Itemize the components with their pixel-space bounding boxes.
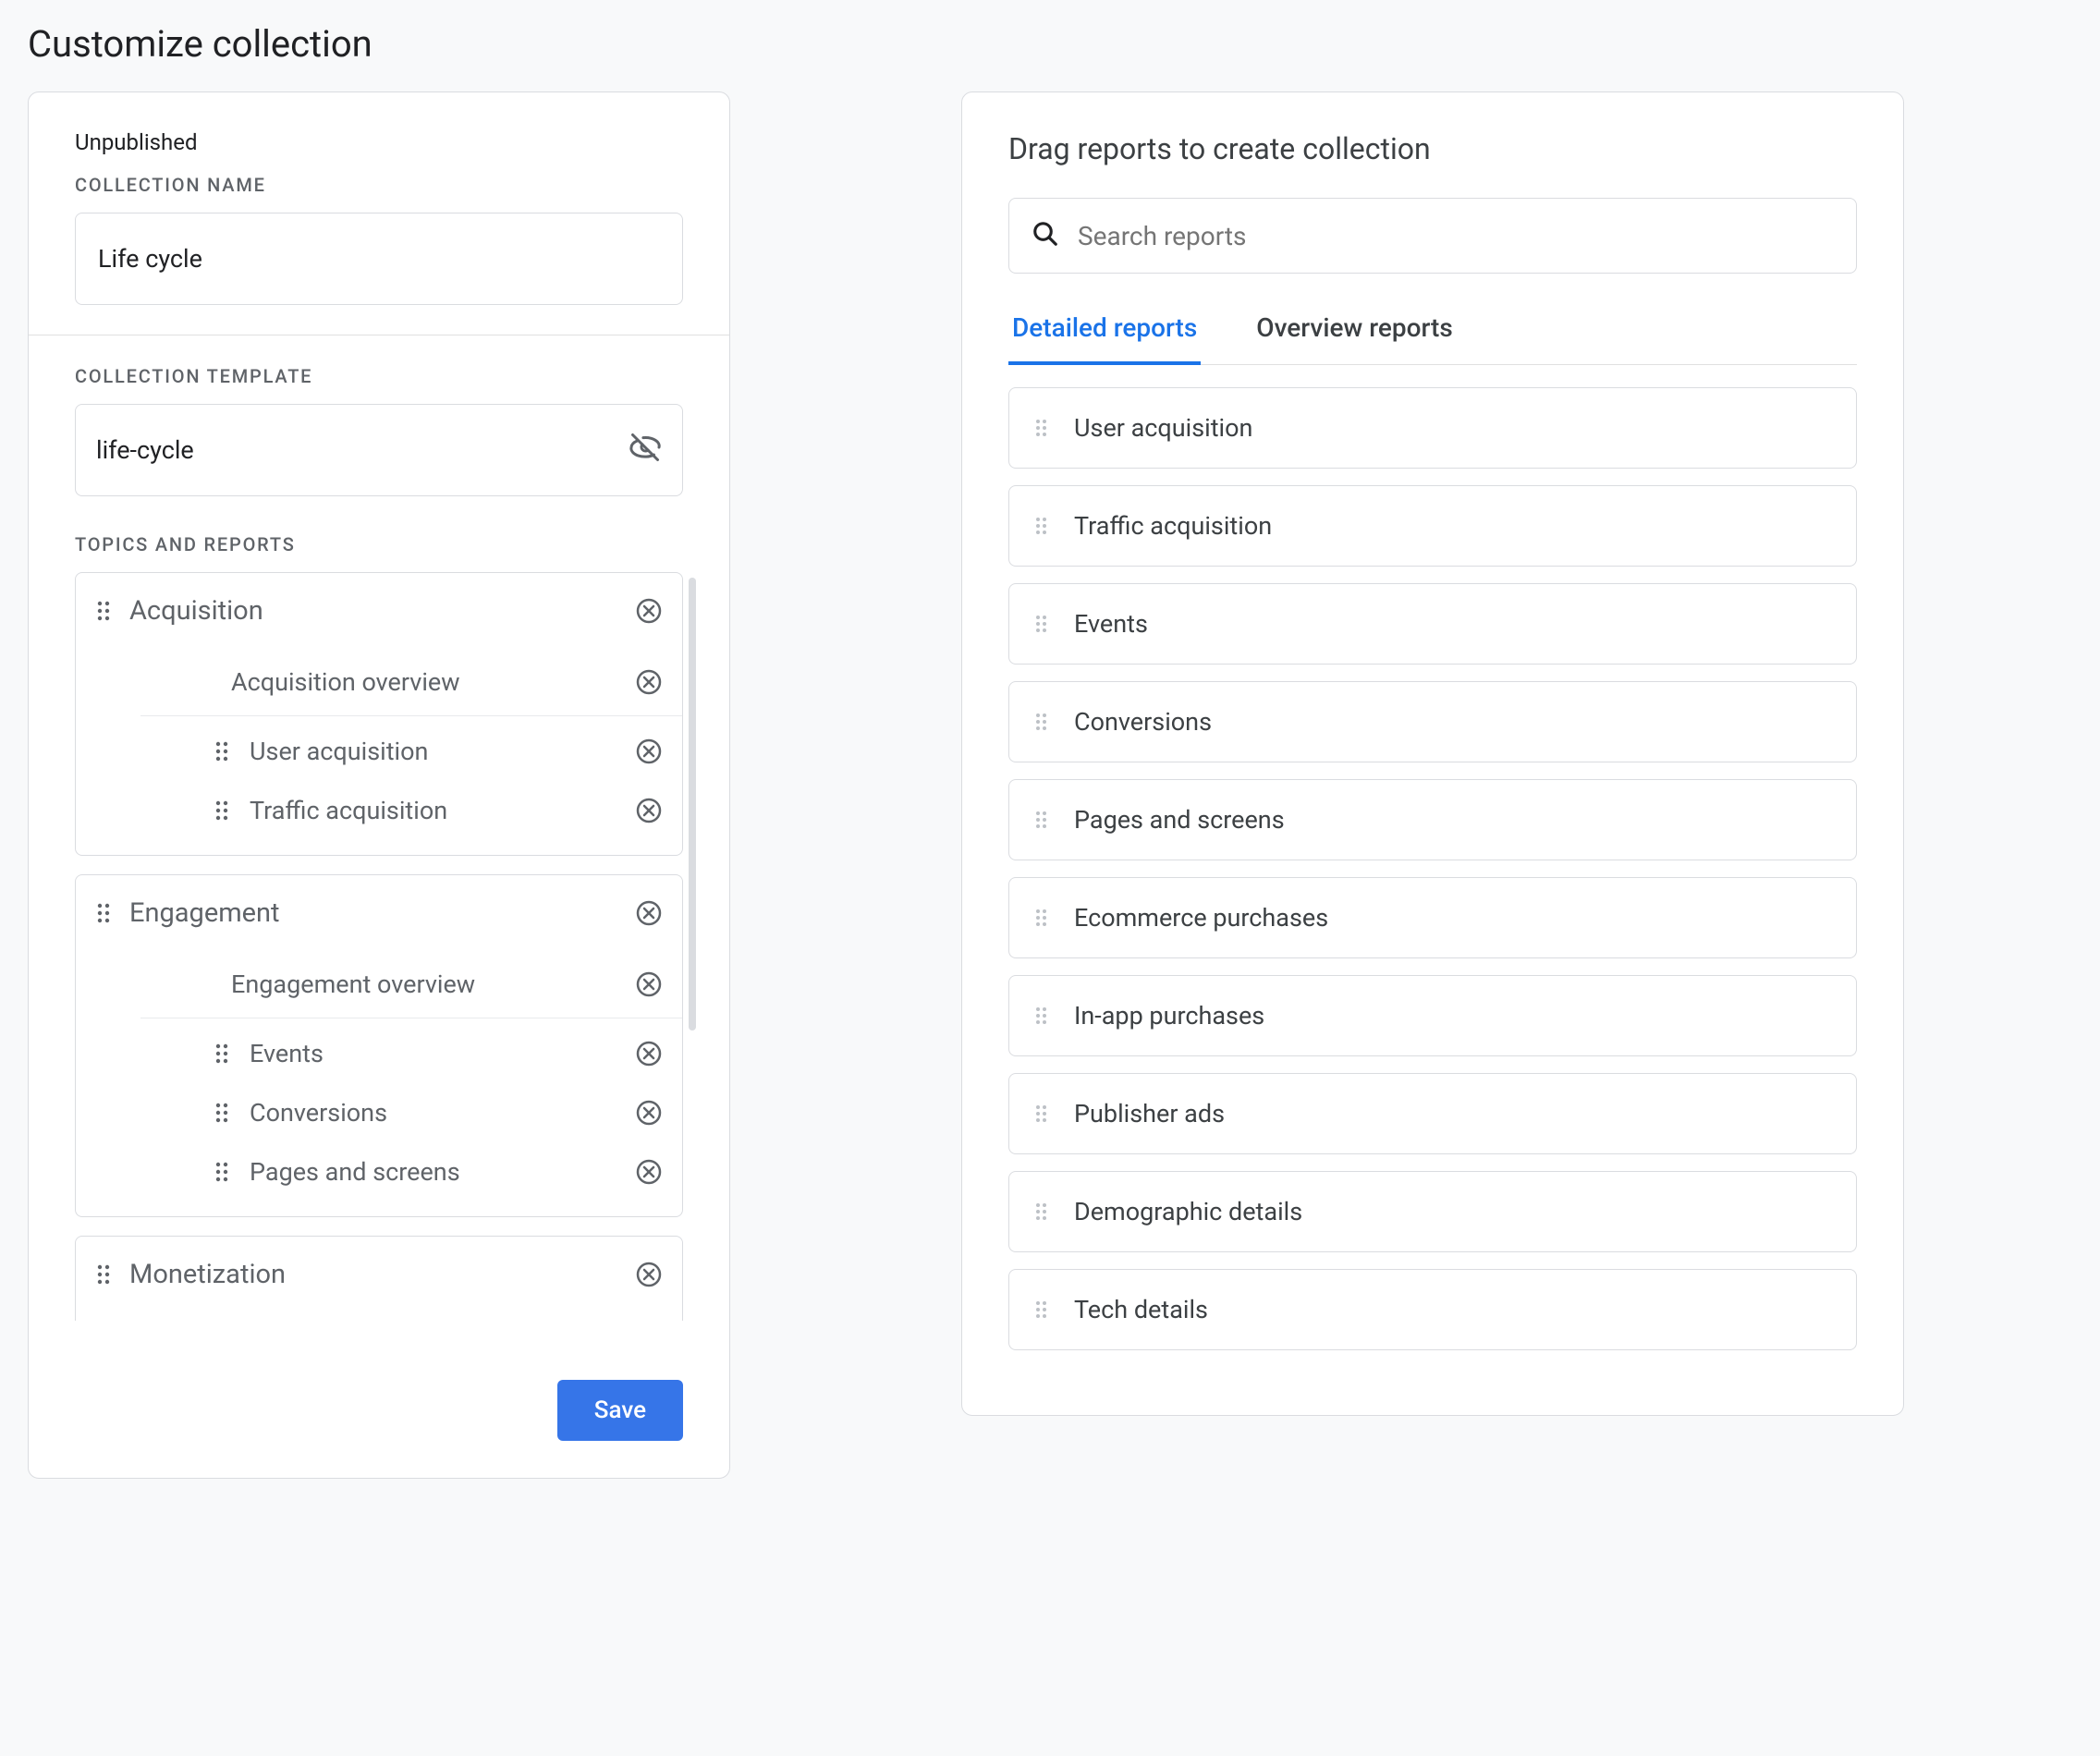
- drag-handle-icon[interactable]: [96, 1264, 113, 1285]
- report-row[interactable]: Pages and screens: [194, 1142, 682, 1201]
- topic-title: Acquisition: [129, 595, 636, 627]
- available-reports-list: User acquisition Traffic acquisition Event…: [1008, 387, 1857, 1350]
- save-button[interactable]: Save: [557, 1380, 683, 1441]
- drag-handle-icon[interactable]: [214, 1043, 231, 1064]
- report-title: Pages and screens: [250, 1157, 636, 1187]
- scrollbar[interactable]: [689, 578, 696, 1030]
- available-report-item[interactable]: Publisher ads: [1008, 1073, 1857, 1154]
- topics-label: TOPICS AND REPORTS: [75, 533, 683, 555]
- report-title: User acquisition: [250, 737, 636, 766]
- available-report-label: User acquisition: [1074, 413, 1252, 443]
- tab-detailed-reports[interactable]: Detailed reports: [1008, 312, 1201, 365]
- overview-label: Acquisition overview: [161, 667, 636, 697]
- available-report-label: Traffic acquisition: [1074, 511, 1272, 541]
- report-row[interactable]: Events: [194, 1024, 682, 1083]
- drag-handle-icon[interactable]: [1035, 713, 1052, 731]
- topic-title: Monetization: [129, 1259, 636, 1290]
- available-report-item[interactable]: Demographic details: [1008, 1171, 1857, 1252]
- collection-name-input[interactable]: [75, 213, 683, 305]
- drag-handle-icon[interactable]: [214, 1103, 231, 1123]
- available-report-item[interactable]: Ecommerce purchases: [1008, 877, 1857, 958]
- drag-handle-icon[interactable]: [1035, 1006, 1052, 1025]
- drag-handle-icon[interactable]: [214, 1162, 231, 1182]
- publish-status: Unpublished: [75, 129, 683, 155]
- remove-report-button[interactable]: [636, 1100, 662, 1126]
- collection-template-input[interactable]: life-cycle: [75, 404, 683, 496]
- collection-template-value: life-cycle: [96, 435, 629, 465]
- available-report-label: Tech details: [1074, 1295, 1208, 1324]
- report-row[interactable]: Conversions: [194, 1083, 682, 1142]
- drag-handle-icon[interactable]: [96, 601, 113, 621]
- drag-handle-icon[interactable]: [214, 800, 231, 821]
- available-report-label: Conversions: [1074, 707, 1212, 737]
- remove-report-button[interactable]: [636, 738, 662, 764]
- available-report-item[interactable]: In-app purchases: [1008, 975, 1857, 1056]
- tab-overview-reports[interactable]: Overview reports: [1252, 312, 1457, 365]
- search-reports-input[interactable]: [1008, 198, 1857, 274]
- topic-card: Engagement Engagement overview Events Conve…: [75, 874, 683, 1217]
- overview-row[interactable]: Engagement overview: [140, 951, 682, 1018]
- collection-template-label: COLLECTION TEMPLATE: [75, 365, 683, 387]
- report-title: Conversions: [250, 1098, 636, 1128]
- drag-handle-icon[interactable]: [1035, 517, 1052, 535]
- available-report-item[interactable]: Tech details: [1008, 1269, 1857, 1350]
- remove-overview-button[interactable]: [636, 669, 662, 695]
- topic-header[interactable]: Monetization: [76, 1237, 682, 1312]
- remove-topic-button[interactable]: [636, 1262, 662, 1287]
- search-icon: [1032, 220, 1059, 251]
- remove-report-button[interactable]: [636, 1041, 662, 1067]
- topic-header[interactable]: Engagement: [76, 875, 682, 951]
- drag-handle-icon[interactable]: [96, 903, 113, 923]
- available-report-item[interactable]: User acquisition: [1008, 387, 1857, 469]
- remove-report-button[interactable]: [636, 798, 662, 823]
- available-report-label: Ecommerce purchases: [1074, 903, 1328, 933]
- topic-header[interactable]: Acquisition: [76, 573, 682, 649]
- report-title: Traffic acquisition: [250, 796, 636, 825]
- visibility-off-icon[interactable]: [629, 431, 662, 470]
- topic-card: Acquisition Acquisition overview User acqu…: [75, 572, 683, 856]
- remove-report-button[interactable]: [636, 1159, 662, 1185]
- library-title: Drag reports to create collection: [1008, 131, 1857, 166]
- drag-handle-icon[interactable]: [1035, 811, 1052, 829]
- available-report-item[interactable]: Events: [1008, 583, 1857, 665]
- remove-topic-button[interactable]: [636, 598, 662, 624]
- available-report-label: Publisher ads: [1074, 1099, 1225, 1128]
- collection-name-label: COLLECTION NAME: [75, 174, 683, 196]
- collection-editor-panel: Unpublished COLLECTION NAME COLLECTION T…: [28, 91, 730, 1479]
- page-title: Customize collection: [28, 22, 2072, 66]
- available-report-label: Demographic details: [1074, 1197, 1302, 1226]
- available-report-item[interactable]: Traffic acquisition: [1008, 485, 1857, 567]
- drag-handle-icon[interactable]: [1035, 615, 1052, 633]
- overview-row[interactable]: Acquisition overview: [140, 649, 682, 716]
- topic-card: Monetization: [75, 1236, 683, 1321]
- drag-handle-icon[interactable]: [1035, 419, 1052, 437]
- report-title: Events: [250, 1039, 636, 1068]
- available-report-item[interactable]: Pages and screens: [1008, 779, 1857, 860]
- reports-library-panel: Drag reports to create collection Detail…: [961, 91, 1904, 1416]
- available-report-label: In-app purchases: [1074, 1001, 1264, 1030]
- report-row[interactable]: User acquisition: [194, 722, 682, 781]
- overview-label: Engagement overview: [161, 969, 636, 999]
- drag-handle-icon[interactable]: [1035, 1104, 1052, 1123]
- collection-name-field[interactable]: [96, 243, 662, 274]
- available-report-label: Pages and screens: [1074, 805, 1285, 835]
- report-tabs: Detailed reports Overview reports: [1008, 312, 1857, 365]
- topics-list: Acquisition Acquisition overview User acqu…: [75, 572, 683, 1321]
- remove-topic-button[interactable]: [636, 900, 662, 926]
- available-report-item[interactable]: Conversions: [1008, 681, 1857, 762]
- available-report-label: Events: [1074, 609, 1148, 639]
- drag-handle-icon[interactable]: [1035, 1202, 1052, 1221]
- drag-handle-icon[interactable]: [1035, 908, 1052, 927]
- topic-title: Engagement: [129, 897, 636, 929]
- search-reports-field[interactable]: [1076, 220, 1834, 252]
- drag-handle-icon[interactable]: [1035, 1300, 1052, 1319]
- drag-handle-icon[interactable]: [214, 741, 231, 762]
- remove-overview-button[interactable]: [636, 971, 662, 997]
- report-row[interactable]: Traffic acquisition: [194, 781, 682, 840]
